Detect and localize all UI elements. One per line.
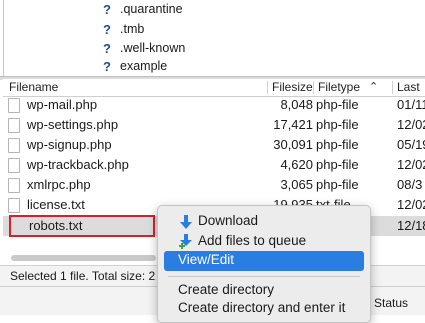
menu-item-label: Create directory and enter it <box>178 300 346 315</box>
menu-item-label: Add files to queue <box>198 233 307 248</box>
file-icon <box>8 138 20 153</box>
column-filesize[interactable]: Filesize <box>272 80 313 94</box>
file-name: xmlrpc.php <box>27 177 91 192</box>
tree-item-well-known[interactable]: ? .well-known <box>100 40 185 56</box>
file-name: wp-settings.php <box>27 117 119 132</box>
table-row[interactable]: wp-trackback.php 4,620 php-file 12/02 <box>3 155 425 175</box>
file-type: php-file <box>316 97 359 112</box>
menu-item-create-directory[interactable]: Create directory <box>164 281 364 301</box>
menu-divider <box>168 276 360 277</box>
horizontal-scrollbar[interactable] <box>11 255 156 261</box>
unknown-folder-icon: ? <box>103 1 111 17</box>
file-name: license.txt <box>27 197 85 212</box>
unknown-folder-icon: ? <box>103 21 111 37</box>
menu-item-label: Create directory <box>178 282 275 297</box>
menu-item-view-edit[interactable]: View/Edit <box>164 251 364 271</box>
tree-item-label: .quarantine <box>120 2 183 16</box>
tree-item-example[interactable]: ? example <box>100 58 167 74</box>
file-size: 4,620 <box>280 157 313 172</box>
file-name: robots.txt <box>29 218 83 233</box>
column-last[interactable]: Last <box>397 80 420 94</box>
file-type: php-file <box>316 177 359 192</box>
context-menu: Download Add files to queue View/Edit Cr… <box>157 205 371 323</box>
file-name: wp-signup.php <box>27 137 112 152</box>
file-size: 3,065 <box>280 177 313 192</box>
unknown-folder-icon: ? <box>103 58 111 74</box>
table-row[interactable]: wp-settings.php 17,421 php-file 12/02 <box>3 115 425 135</box>
file-last-modified: 05/19 <box>397 137 425 152</box>
table-row[interactable]: xmlrpc.php 3,065 php-file 08/3 <box>3 175 425 195</box>
file-icon <box>8 178 20 193</box>
menu-item-label: Download <box>198 213 259 228</box>
file-last-modified: 12/02 <box>397 157 425 172</box>
add-to-queue-icon <box>179 234 192 249</box>
tree-item-label: example <box>120 59 168 73</box>
column-divider[interactable] <box>392 81 393 94</box>
tree-edge <box>3 0 4 76</box>
tree-item-label: .tmb <box>120 22 145 36</box>
tree-item-quarantine[interactable]: ? .quarantine <box>100 1 183 17</box>
sort-ascending-icon[interactable]: ⌃ <box>369 80 378 93</box>
file-last-modified: 12/02 <box>397 197 425 212</box>
file-size: 30,091 <box>273 137 313 152</box>
file-icon <box>8 198 20 213</box>
file-last-modified: 08/3 <box>397 177 423 192</box>
file-last-modified: 01/11 <box>397 97 425 112</box>
file-last-modified: 12/02 <box>397 117 425 132</box>
queue-status-column[interactable]: Status <box>374 296 408 310</box>
file-size: 17,421 <box>273 117 313 132</box>
tree-item-tmb[interactable]: ? .tmb <box>100 21 144 37</box>
file-type: php-file <box>316 117 359 132</box>
column-divider[interactable] <box>267 81 268 94</box>
menu-item-download[interactable]: Download <box>164 212 364 232</box>
file-type: php-file <box>316 137 359 152</box>
download-arrow-icon <box>180 215 192 229</box>
file-icon <box>8 98 20 113</box>
menu-item-label: View/Edit <box>178 252 235 267</box>
column-divider[interactable] <box>313 81 314 94</box>
file-icon <box>8 118 20 133</box>
file-size: 8,048 <box>280 97 313 112</box>
file-icon <box>8 158 20 173</box>
menu-item-add-to-queue[interactable]: Add files to queue <box>164 232 364 252</box>
unknown-folder-icon: ? <box>103 40 111 56</box>
tree-item-label: .well-known <box>120 41 186 55</box>
file-type: php-file <box>316 157 359 172</box>
table-row[interactable]: wp-signup.php 30,091 php-file 05/19 <box>3 135 425 155</box>
file-last-modified: 12/18 <box>397 218 425 233</box>
menu-item-create-directory-enter[interactable]: Create directory and enter it <box>164 299 364 319</box>
table-row[interactable]: wp-mail.php 8,048 php-file 01/11 <box>3 95 425 115</box>
file-name: wp-mail.php <box>27 97 98 112</box>
file-name: wp-trackback.php <box>27 157 129 172</box>
column-filetype[interactable]: Filetype <box>318 80 360 94</box>
directory-tree: ? .quarantine ? .tmb ? .well-known ? exa… <box>0 0 425 76</box>
selection-status-text: Selected 1 file. Total size: 2 <box>10 269 156 283</box>
column-filename[interactable]: Filename <box>9 80 58 94</box>
